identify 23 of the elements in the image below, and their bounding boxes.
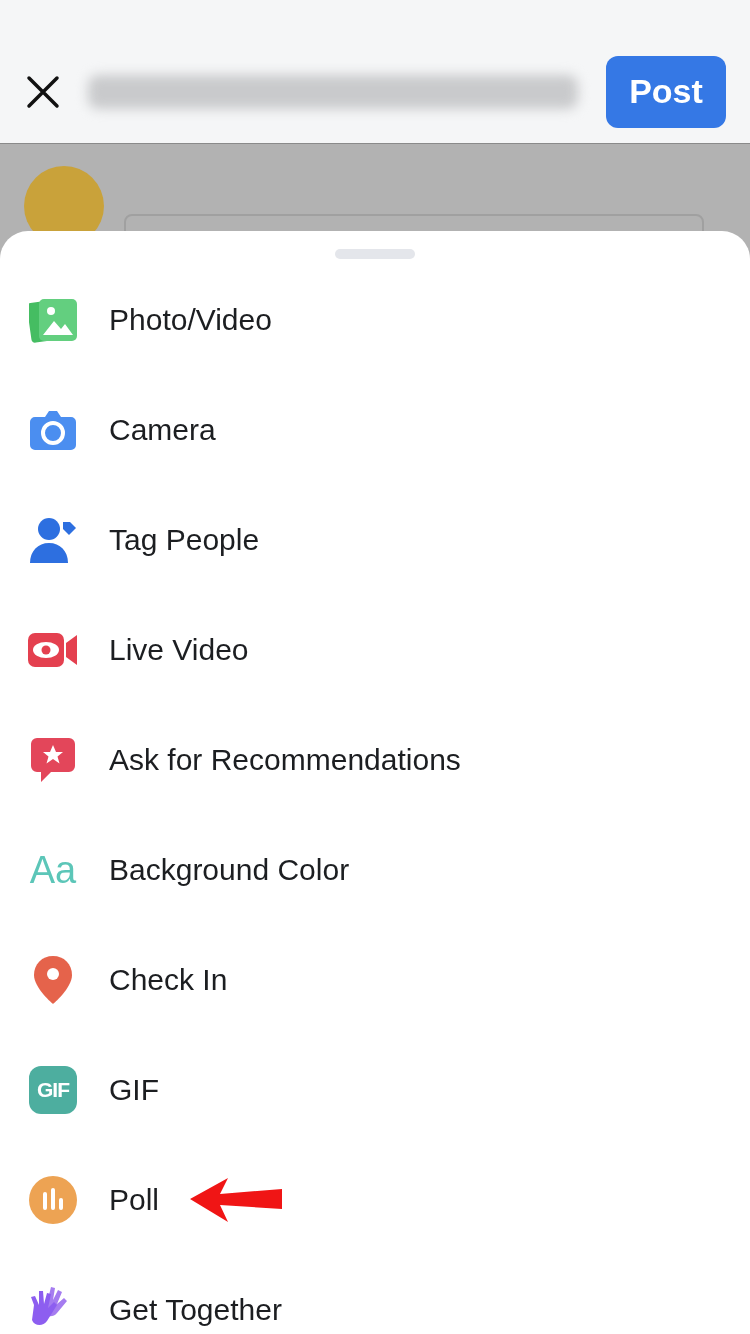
photo-icon (29, 297, 77, 343)
gif-icon: GIF (29, 1066, 77, 1114)
option-label[interactable]: Background Color (109, 853, 350, 887)
speech-bubble-star-icon (29, 736, 77, 784)
video-camera-icon (28, 631, 78, 669)
option-label[interactable]: Get Together (109, 1293, 282, 1327)
poll-icon (29, 1176, 77, 1224)
close-button[interactable] (26, 74, 60, 109)
text-style-icon: Aa (29, 851, 77, 889)
option-label[interactable]: Check In (109, 963, 228, 997)
option-label[interactable]: Poll (109, 1183, 160, 1217)
close-icon (26, 74, 60, 109)
option-label[interactable]: Camera (109, 413, 216, 447)
location-pin-icon (33, 955, 73, 1005)
camera-icon (29, 409, 77, 451)
option-label[interactable]: Live Video (109, 633, 249, 667)
option-label[interactable]: GIF (109, 1073, 159, 1107)
post-button[interactable]: Post (606, 55, 726, 128)
option-label[interactable]: Ask for Recommendations (109, 743, 461, 777)
option-label[interactable]: Tag People (109, 523, 260, 557)
option-label[interactable]: Photo/Video (109, 303, 272, 337)
sheet-handle[interactable] (335, 249, 415, 259)
person-tag-icon (29, 516, 77, 564)
